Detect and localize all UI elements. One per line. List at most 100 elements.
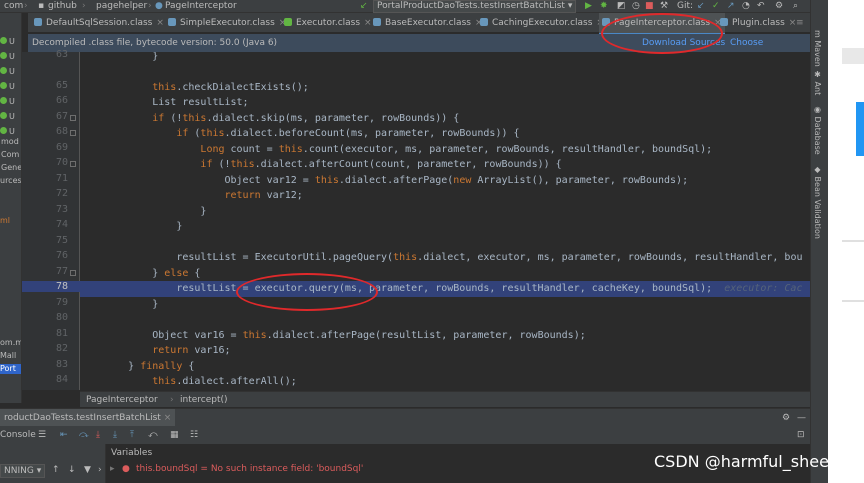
arrow-down-icon[interactable]: ↓ [68,465,76,475]
code-line[interactable]: if (!this.dialect.skip(ms, parameter, ro… [80,111,810,127]
debug-session-tab[interactable]: roductDaoTests.testInsertBatchList × [0,409,176,427]
nav-crumb-github[interactable]: github [48,0,77,13]
fold-marker-icon[interactable] [70,270,76,276]
tab-simpleexecutor[interactable]: SimpleExecutor.class × [168,13,286,33]
code-line[interactable]: return var16; [80,343,810,359]
code-line[interactable]: } [80,297,810,313]
tab-list-icon[interactable]: ≡ [796,13,804,33]
project-tree-item[interactable]: U [0,127,15,137]
settings-icon[interactable]: ⚙ [775,0,783,13]
code-line[interactable] [80,312,810,328]
project-tree-item[interactable]: U [0,37,15,47]
code-line[interactable]: this.checkDialectExists(); [80,80,810,96]
tool-window-maven[interactable]: m Maven [813,30,822,67]
vcs-update-icon[interactable]: ↙ [360,0,368,13]
fold-marker-icon[interactable] [70,115,76,121]
run-config-select[interactable]: PortalProductDaoTests.testInsertBatchLis… [373,0,577,13]
nav-crumb-pagehelper[interactable]: pagehelper [96,0,147,13]
step-over-icon[interactable]: ⤼ [79,426,89,444]
project-tree-item[interactable]: U [0,52,15,62]
code-line[interactable]: List resultList; [80,95,810,111]
project-tree-item[interactable]: Gene [1,163,21,173]
code-line[interactable]: this.dialect.afterAll(); [80,374,810,390]
tab-defaultsqlsession[interactable]: DefaultSqlSession.class × [34,13,164,33]
gear-icon[interactable]: ⚙ [782,409,790,427]
code-line[interactable]: } finally { [80,359,810,375]
console-tab[interactable]: Console [0,426,36,444]
tab-executor[interactable]: Executor.class × [284,13,372,33]
git-commit-icon[interactable]: ✓ [712,0,720,13]
git-push-icon[interactable]: ↗ [727,0,735,13]
code-line[interactable] [80,235,810,251]
code-line[interactable]: } [80,219,810,235]
console-menu-icon[interactable]: ☰ [38,426,46,444]
code-line[interactable]: resultList = ExecutorUtil.pageQuery(this… [80,250,810,266]
close-icon[interactable]: × [156,18,164,28]
revert-icon[interactable]: ↶ [757,0,765,13]
project-tree-item[interactable]: Com [1,150,19,160]
step-into-icon[interactable]: ⤓ [96,426,100,444]
code-line[interactable]: Object var16 = this.dialect.afterPage(re… [80,328,810,344]
arrow-up-icon[interactable]: ↑ [52,465,60,475]
project-tree-item[interactable]: ml [0,216,10,226]
code-line[interactable]: Long count = this.count(executor, ms, pa… [80,142,810,158]
coverage-icon[interactable]: ◩ [617,0,626,13]
tab-cachingexecutor[interactable]: CachingExecutor.class× [480,13,604,33]
minimize-icon[interactable]: — [797,409,806,427]
profile-icon[interactable]: ◷ [632,0,640,13]
code-line[interactable]: return var12; [80,188,810,204]
more-icon[interactable]: › [98,465,102,475]
nav-crumb-com[interactable]: com [4,0,23,13]
trace-icon[interactable]: ☷ [190,426,198,444]
project-tree-item[interactable]: urces [0,176,21,186]
code-line[interactable]: if (this.dialect.beforeCount(ms, paramet… [80,126,810,142]
tool-window-database[interactable]: ◉ Database [813,105,822,155]
filter-icon[interactable]: ▼ [84,465,91,475]
nav-crumb-class[interactable]: PageInterceptor [165,0,237,13]
git-update-icon[interactable]: ↙ [697,0,705,13]
thread-state-select[interactable]: NNING ▾ [0,464,46,478]
tool-window-ant[interactable]: ✱ Ant [813,70,822,95]
fold-marker-icon[interactable] [70,161,76,167]
history-icon[interactable]: ◔ [742,0,750,13]
close-icon[interactable]: × [164,413,172,423]
line-number: 69 [55,142,68,153]
code-line[interactable]: if (!this.dialect.afterCount(count, para… [80,157,810,173]
debug-icon[interactable]: ✸ [600,0,608,13]
project-tree-item-selected[interactable]: Port [0,364,21,374]
code-line[interactable]: } else { [80,266,810,282]
line-number-gutter[interactable]: 63 65 66 67 68 69 70 71 72 73 74 75 76 7… [22,49,80,390]
tab-plugin[interactable]: Plugin.class × [720,13,796,33]
force-step-into-icon[interactable]: ⤓ [113,426,117,444]
project-tree-item[interactable]: U [0,112,15,122]
project-tree-item[interactable]: om.m [0,338,21,348]
drop-frame-icon[interactable]: ⤺ [148,426,158,444]
code-line-current[interactable]: resultList = executor.query(ms, paramete… [80,281,810,297]
step-out-icon[interactable]: ⤒ [130,426,134,444]
restore-layout-icon[interactable]: ⊡ [797,426,805,444]
project-tree-item[interactable]: U [0,82,15,92]
fold-marker-icon[interactable] [70,130,76,136]
project-tree-item[interactable]: U [0,97,15,107]
code-line[interactable]: } [80,204,810,220]
build-icon[interactable]: ⚒ [660,0,668,13]
line-number: 79 [55,297,68,308]
project-tree-item[interactable]: Mall [0,351,16,361]
run-icon[interactable]: ▶ [585,0,592,13]
code-line[interactable]: Object var12 = this.dialect.afterPage(ne… [80,173,810,189]
code-editor[interactable]: } this.checkDialectExists(); List result… [80,52,810,390]
close-icon[interactable]: × [364,18,372,28]
variable-row[interactable]: this.boundSql = No such instance field: … [136,464,363,474]
evaluate-icon[interactable]: ▦ [170,426,179,444]
breadcrumb-class[interactable]: PageInterceptor [86,392,158,408]
expand-icon[interactable]: ▸ [110,464,115,474]
breadcrumb-method[interactable]: intercept() [180,392,228,408]
code-line[interactable]: } [80,52,810,65]
tab-baseexecutor[interactable]: BaseExecutor.class × [373,13,483,33]
show-execution-point-icon[interactable]: ⇤ [60,426,68,444]
project-tree-item[interactable]: mod [1,137,19,147]
project-tree-item[interactable]: U [0,67,15,77]
stop-icon[interactable]: ■ [645,0,654,13]
tool-window-bean-validation[interactable]: ◆ Bean Validation [813,165,822,239]
search-icon[interactable]: ⌕ [793,0,798,13]
